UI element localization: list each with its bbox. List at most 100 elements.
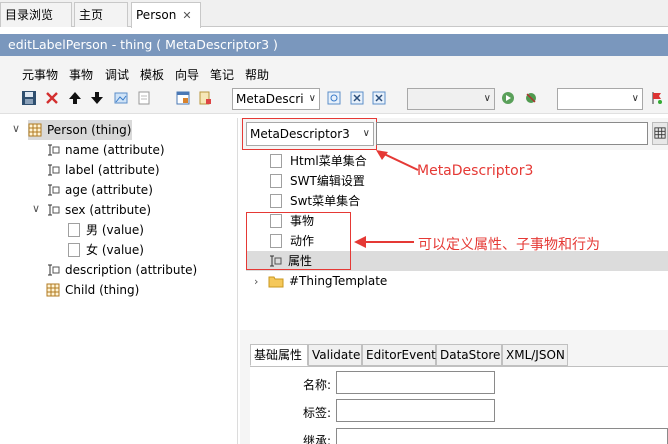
- list-item-thing-template[interactable]: #ThingTemplate: [268, 271, 387, 291]
- tree-item-value-female[interactable]: 女 (value): [68, 240, 144, 260]
- table-icon: [46, 283, 60, 297]
- annotation-metadescriptor: MetaDescriptor3: [417, 163, 534, 179]
- tree-item-age[interactable]: age (attribute): [46, 180, 153, 200]
- name-label: 名称:: [303, 378, 332, 392]
- tab-label: Person: [136, 8, 177, 22]
- move-down-icon[interactable]: [89, 90, 105, 106]
- tab-home[interactable]: 主页: [74, 2, 128, 27]
- tree-item-name[interactable]: name (attribute): [46, 140, 165, 160]
- editor-tab-bar: 目录浏览 主页 Person ✕: [0, 0, 668, 28]
- tab-data-store[interactable]: DataStore: [436, 344, 502, 366]
- tree-item-label: description (attribute): [65, 263, 198, 277]
- attribute-icon: [48, 264, 60, 276]
- tab-label: DataStore: [440, 348, 501, 362]
- chevron-down-icon: ∨: [483, 93, 491, 104]
- close-box-icon[interactable]: [349, 90, 365, 106]
- tree-item-label: 女 (value): [86, 243, 144, 257]
- tree-item-description[interactable]: description (attribute): [46, 260, 197, 280]
- tab-label: EditorEvent: [366, 348, 436, 362]
- name-field[interactable]: [336, 371, 495, 394]
- debug-icon[interactable]: [523, 90, 539, 106]
- tree-item-label: name (attribute): [65, 143, 165, 157]
- table-icon: [28, 123, 42, 137]
- file-icon: [270, 174, 282, 188]
- descriptor-select-value: MetaDescri: [236, 92, 304, 106]
- list-item-swt-editor-settings[interactable]: SWT编辑设置: [270, 171, 365, 191]
- list-scroll-gap: [240, 330, 668, 344]
- extends-field[interactable]: [336, 428, 668, 444]
- secondary-select[interactable]: ∨: [407, 88, 495, 110]
- folder-icon: [268, 276, 284, 288]
- value-icon: [68, 243, 80, 257]
- menu-bar: 元事物 事物 调试 模板 向导 笔记 帮助: [0, 56, 668, 86]
- image-icon[interactable]: [113, 90, 129, 106]
- menu-template[interactable]: 模板: [140, 66, 164, 83]
- expand-icon[interactable]: ∨: [32, 202, 40, 215]
- list-item-label: Swt菜单集合: [290, 194, 361, 208]
- tab-label: 基础属性: [254, 348, 303, 362]
- grid-button[interactable]: [652, 122, 668, 145]
- menu-notes[interactable]: 笔记: [210, 66, 234, 83]
- tree-item-label: label (attribute): [65, 163, 160, 177]
- document-icon[interactable]: [136, 90, 152, 106]
- list-item-label: Html菜单集合: [290, 154, 367, 168]
- script-icon[interactable]: [197, 90, 213, 106]
- descriptor-select[interactable]: MetaDescri ∨: [232, 88, 320, 110]
- editor-title: editLabelPerson - thing ( MetaDescriptor…: [8, 37, 278, 52]
- tree-item-label: Person (thing): [47, 123, 132, 137]
- run-icon[interactable]: [500, 90, 516, 106]
- toolbar: MetaDescri ∨ ∨ ∨: [0, 86, 668, 114]
- list-item-label: SWT编辑设置: [290, 174, 365, 188]
- tab-label: 目录浏览: [5, 8, 54, 22]
- flag-icon[interactable]: [649, 90, 665, 106]
- menu-thing[interactable]: 事物: [69, 66, 93, 83]
- list-item-swt-menu[interactable]: Swt菜单集合: [270, 191, 360, 211]
- label-field[interactable]: [336, 399, 495, 422]
- tertiary-select[interactable]: ∨: [557, 88, 643, 110]
- chevron-down-icon: ∨: [308, 93, 316, 104]
- search-input[interactable]: [376, 122, 648, 145]
- attribute-icon: [48, 144, 60, 156]
- move-up-icon[interactable]: [67, 90, 83, 106]
- tree-item-label: sex (attribute): [65, 203, 152, 217]
- tree-item-label: 男 (value): [86, 223, 144, 237]
- refresh-icon[interactable]: [326, 90, 342, 106]
- tree-item-value-male[interactable]: 男 (value): [68, 220, 144, 240]
- tab-validate[interactable]: Validate: [308, 344, 362, 366]
- tab-basic-properties[interactable]: 基础属性: [250, 344, 308, 366]
- tree-item-child[interactable]: Child (thing): [46, 280, 139, 300]
- close-icon[interactable]: ✕: [182, 4, 191, 28]
- attribute-icon: [48, 184, 60, 196]
- extends-label: 继承:: [303, 434, 332, 444]
- tab-editor-event[interactable]: EditorEvent: [362, 344, 436, 366]
- menu-wizard[interactable]: 向导: [175, 66, 199, 83]
- cancel-box-icon[interactable]: [371, 90, 387, 106]
- file-icon: [270, 154, 282, 168]
- annotation-arrow: [354, 236, 414, 248]
- list-item-label: #ThingTemplate: [289, 274, 388, 288]
- menu-debug[interactable]: 调试: [105, 66, 129, 83]
- tab-xml-json[interactable]: XML/JSON: [502, 344, 568, 366]
- menu-meta-thing[interactable]: 元事物: [22, 66, 58, 83]
- delete-icon[interactable]: [44, 90, 60, 106]
- tree-item-root[interactable]: Person (thing): [28, 120, 132, 140]
- highlight-box: [246, 212, 351, 270]
- tree-item-label: Child (thing): [65, 283, 140, 297]
- chevron-down-icon: ∨: [631, 93, 639, 104]
- grid-icon: [654, 127, 666, 139]
- tree-item-label-attr[interactable]: label (attribute): [46, 160, 160, 180]
- tab-label: Validate: [312, 348, 361, 362]
- save-icon[interactable]: [21, 90, 37, 106]
- list-item-html-menu[interactable]: Html菜单集合: [270, 151, 367, 171]
- attribute-icon: [48, 204, 60, 216]
- tab-label: XML/JSON: [506, 348, 565, 362]
- annotation-define: 可以定义属性、子事物和行为: [418, 237, 600, 253]
- expand-icon[interactable]: ∨: [12, 122, 20, 135]
- tab-directory-browse[interactable]: 目录浏览: [0, 2, 72, 27]
- window-icon[interactable]: [175, 90, 191, 106]
- menu-help[interactable]: 帮助: [245, 66, 269, 83]
- app-window: 目录浏览 主页 Person ✕ editLabelPerson - thing …: [0, 0, 668, 444]
- tab-person[interactable]: Person ✕: [131, 2, 201, 28]
- tree-item-sex[interactable]: sex (attribute): [46, 200, 151, 220]
- chevron-right-icon[interactable]: ›: [254, 275, 258, 288]
